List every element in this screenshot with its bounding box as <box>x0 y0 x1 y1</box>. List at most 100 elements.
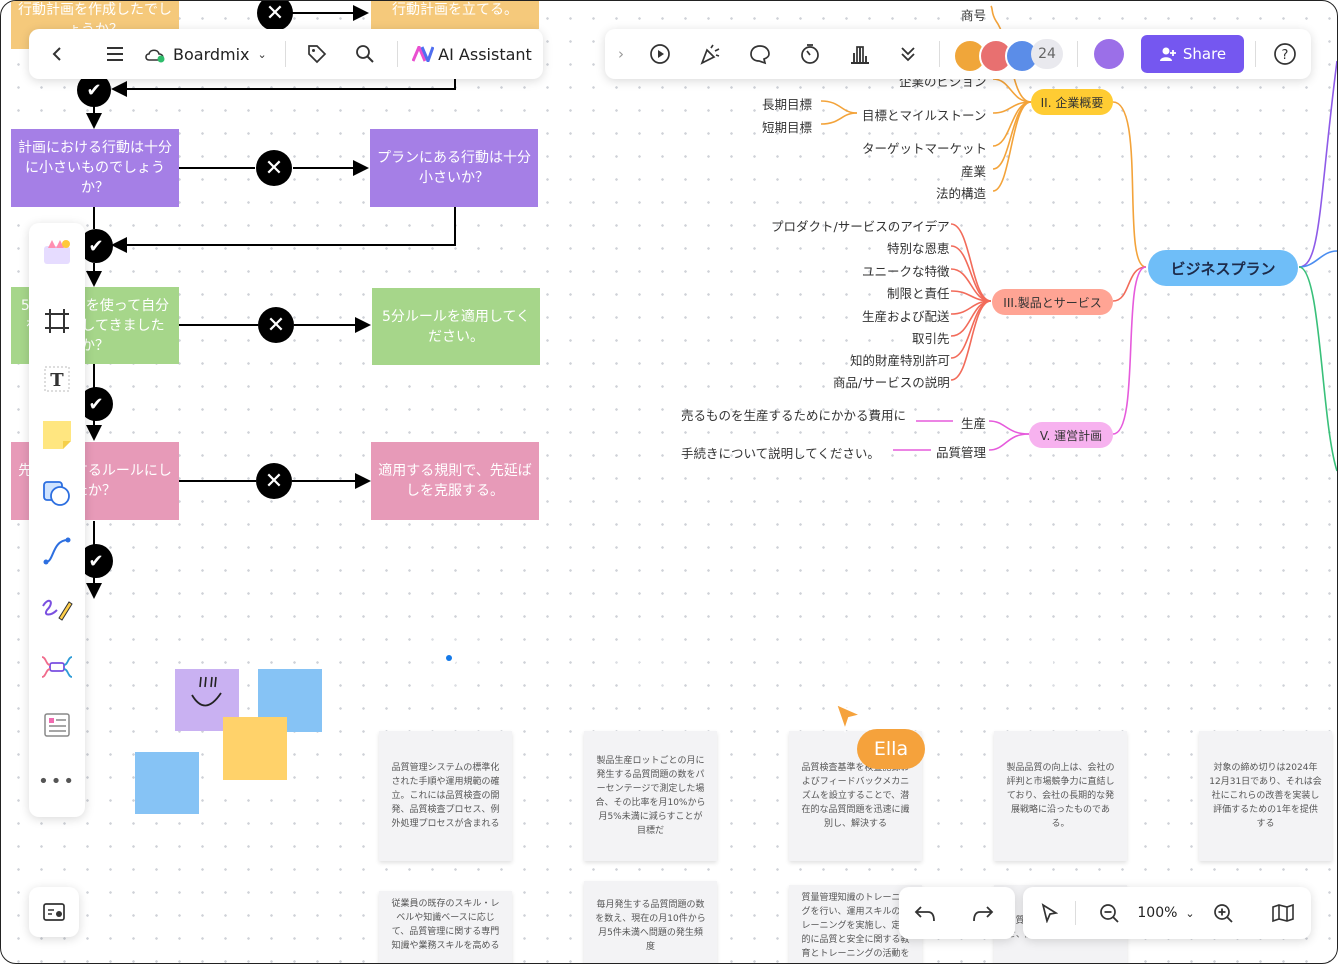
tag-button[interactable] <box>301 38 333 70</box>
zoom-in-button[interactable] <box>1207 897 1239 929</box>
mindmap-item[interactable]: 品質管理 <box>936 442 986 461</box>
flow-answer-3[interactable]: 適用する規則で、先延ばしを克服する。 <box>371 442 539 520</box>
vote-button[interactable] <box>844 38 876 70</box>
smart-card[interactable]: 製品生産ロットごとの月に発生する品質問題の数をパーセンテージで測定した場合、その… <box>584 731 717 861</box>
smart-card[interactable]: 品質管理システムの標準化された手順や運用規範の確立。これには品質検査の開発、品質… <box>379 731 512 861</box>
timer-button[interactable] <box>794 38 826 70</box>
flow-answer-2[interactable]: 5分ルールを適用してください。 <box>372 288 540 365</box>
mindmap-item[interactable]: 制限と責任 <box>887 283 950 302</box>
mindmap-item[interactable]: 生産および配送 <box>862 306 950 325</box>
redo-icon <box>973 906 994 922</box>
templates-icon <box>44 240 70 264</box>
mindmap-item[interactable]: 目標とマイルストーン <box>862 105 986 124</box>
divider <box>285 41 286 67</box>
mindmap-item[interactable]: プロダクト/サービスのアイデア <box>771 216 950 235</box>
sticky-note-icon <box>43 421 71 449</box>
chevron-down-icon: ⌄ <box>257 47 267 61</box>
mindmap-item[interactable]: 産業 <box>961 161 986 180</box>
mindmap-item[interactable]: ターゲットマーケット <box>862 138 987 157</box>
clock-user-icon <box>1219 623 1293 697</box>
canvas[interactable]: 行動計画を作成したでしょうか？ 行動計画を立てる。 ✕ ✔ 計画における行動は十… <box>0 0 1338 964</box>
connector-tool-button[interactable] <box>41 535 73 567</box>
sticky-note-tool-button[interactable] <box>41 419 73 451</box>
mindmap-note[interactable]: 売るものを生産するためにかかる費用に <box>681 405 906 424</box>
mindmap-item[interactable]: ユニークな特徴 <box>862 261 950 280</box>
mindmap-item[interactable]: 取引先 <box>912 328 950 347</box>
mindmap-branch-products-services[interactable]: III.製品とサービス <box>992 289 1113 315</box>
top-right-toolbar: › 24 Share ? <box>605 29 1311 79</box>
chevron-right-icon: › <box>618 45 624 63</box>
smart-column-measurable[interactable]: 測定可能 <box>556 577 745 713</box>
mindmap-tool-button[interactable] <box>41 651 73 683</box>
flow-question-1-text: 計画における行動は十分に小さいものでしょうか？ <box>18 140 172 196</box>
mindmap-note[interactable]: 手続きについて説明してください。 <box>681 443 880 462</box>
share-label: Share <box>1182 45 1227 63</box>
pen-tool-button[interactable] <box>41 593 73 625</box>
no-decision-icon: ✕ <box>258 307 294 343</box>
templates-button[interactable] <box>41 235 73 267</box>
redo-button[interactable] <box>967 897 999 929</box>
mindmap-item[interactable]: 長期目標 <box>762 94 812 113</box>
flow-answer-1-text: プランにある行動は十分小さいか？ <box>377 150 531 186</box>
avatar[interactable] <box>1094 39 1124 69</box>
mindmap-item[interactable]: 短期目標 <box>762 117 812 136</box>
select-tool-button[interactable] <box>1033 897 1065 929</box>
menu-button[interactable] <box>99 38 131 70</box>
help-button[interactable]: ? <box>1269 38 1301 70</box>
undo-button[interactable] <box>909 897 941 929</box>
flow-answer-top[interactable]: 行動計画を立てる。 <box>371 1 539 29</box>
zoom-level-dropdown[interactable]: 100% ⌄ <box>1133 897 1199 929</box>
history-controls <box>899 887 1015 939</box>
minimap-button[interactable] <box>1267 897 1299 929</box>
smart-column-specific[interactable]: 具体的 <box>357 577 540 713</box>
mindmap-item[interactable]: 法的構造 <box>936 183 986 202</box>
smart-card[interactable]: 対象の締め切りは2024年12月31日であり、それは会社にこれらの改善を実装し評… <box>1199 731 1332 861</box>
comment-button[interactable] <box>744 38 776 70</box>
divider <box>1075 901 1076 925</box>
mindmap-center-node[interactable]: ビジネスプラン <box>1148 250 1298 286</box>
search-button[interactable] <box>349 38 381 70</box>
presentation-button[interactable] <box>644 38 676 70</box>
mindmap-branch-operations-plan[interactable]: V. 運営計画 <box>1029 422 1113 448</box>
back-button[interactable] <box>41 38 73 70</box>
mindmap-branch-company-overview[interactable]: II. 企業概要 <box>1031 89 1113 115</box>
table-tool-button[interactable] <box>41 709 73 741</box>
smart-card[interactable]: 従業員の既存のスキル・レベルや知識ベースに応じて、品質管理に関する専門知識や業務… <box>379 891 512 963</box>
celebrate-button[interactable] <box>694 38 726 70</box>
help-icon: ? <box>1274 43 1296 65</box>
flow-answer-1[interactable]: プランにある行動は十分小さいか？ <box>370 129 538 207</box>
user-count-badge[interactable]: 24 <box>1031 39 1063 69</box>
flow-question-1[interactable]: 計画における行動は十分に小さいものでしょうか？ <box>11 129 179 207</box>
mindmap-item[interactable]: 商品/サービスの説明 <box>833 372 950 391</box>
cloud-sync-icon <box>145 49 165 63</box>
clipboard-icon <box>1023 623 1098 697</box>
text-tool-button[interactable]: T <box>41 363 73 395</box>
zoom-out-button[interactable] <box>1093 897 1125 929</box>
share-button[interactable]: Share <box>1141 35 1244 73</box>
mindmap-item[interactable]: 知的財産特別許可 <box>850 350 950 369</box>
board-settings-button[interactable] <box>29 887 79 937</box>
no-decision-icon: ✕ <box>256 150 292 186</box>
column-title: 測定可能 <box>622 596 679 612</box>
ai-assistant-button[interactable]: AI Assistant <box>411 38 533 70</box>
expand-toolbar-button[interactable]: › <box>609 38 633 70</box>
tag-icon <box>308 45 327 64</box>
smart-column-achievable[interactable]: 達成可能 <box>761 577 950 713</box>
text-icon: T <box>44 366 70 392</box>
shape-tool-button[interactable] <box>41 477 73 509</box>
board-name-dropdown[interactable]: Boardmix ⌄ <box>143 38 277 70</box>
more-tools-button[interactable]: ••• <box>38 765 74 797</box>
frame-tool-button[interactable] <box>41 305 73 337</box>
more-tools-button[interactable] <box>892 38 924 70</box>
smart-card[interactable]: 製品品質の向上は、会社の評判と市場競争力に直結しており、会社の長期的な発展戦略に… <box>994 731 1127 861</box>
smart-card[interactable]: 毎月発生する品質問題の数を数え、現在の月10件から月5件未満へ問題の発生頻度 <box>584 881 717 963</box>
sticky-note-yellow[interactable] <box>223 717 287 780</box>
mindmap-item[interactable]: 特別な恩恵 <box>887 238 950 257</box>
mindmap-item[interactable]: 生産 <box>961 413 986 432</box>
smart-column-relevant[interactable]: 関連性 <box>966 577 1155 713</box>
left-tool-palette: T ••• <box>29 223 85 817</box>
smart-column-time-bound[interactable]: 期限 <box>1171 577 1337 713</box>
top-left-toolbar: Boardmix ⌄ AI Assistant <box>29 29 543 79</box>
sticky-note-blue[interactable] <box>135 752 199 814</box>
mindmap-item[interactable]: 商号 <box>961 5 986 24</box>
